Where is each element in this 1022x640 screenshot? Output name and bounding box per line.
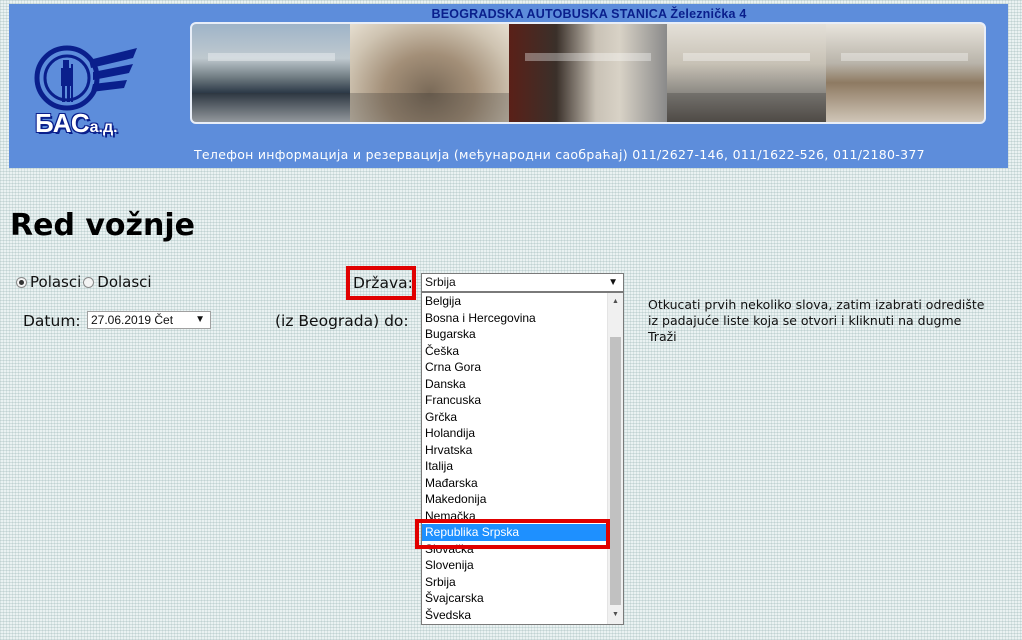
country-option[interactable]: Švedska [422,607,608,624]
station-photo-strip [190,22,986,124]
photo-bus-terminal [192,24,351,122]
country-option[interactable]: Bugarska [422,326,608,343]
country-dropdown-list[interactable]: Belgija Bosna i Hercegovina Bugarska Češka C… [421,292,624,625]
country-select-value: Srbija [425,275,456,289]
chevron-down-icon: ▼ [195,314,205,325]
country-option[interactable]: Srbija [422,574,608,591]
drzava-label: Država: [353,274,413,292]
country-option[interactable]: Mađarska [422,475,608,492]
dropdown-scrollbar[interactable]: ▲ ▼ [607,293,623,624]
scroll-up-icon[interactable]: ▲ [608,295,623,309]
photo-monument [350,24,509,122]
photo-hall [667,24,826,122]
chevron-down-icon: ▼ [608,277,618,288]
datum-label: Datum: [23,312,81,330]
country-select[interactable]: Srbija ▼ [421,273,624,292]
page-title: Red vožnje [10,208,195,243]
country-option[interactable]: Slovačka [422,541,608,558]
country-option[interactable]: Grčka [422,409,608,426]
photo-entrance [508,24,668,122]
site-header: BEOGRADSKA AUTOBUSKA STANICA Železnička … [9,4,1008,168]
phone-info: Телефон информација и резервација (међун… [194,147,925,162]
country-option[interactable]: Švajcarska [422,590,608,607]
country-option[interactable]: Hrvatska [422,442,608,459]
datum-value: 27.06.2019 Čet [91,313,174,327]
station-title: BEOGRADSKA AUTOBUSKA STANICA Železnička … [431,7,747,21]
country-option[interactable]: Francuska [422,392,608,409]
radio-label-dolasci: Dolasci [97,273,152,291]
country-option[interactable]: Italija [422,458,608,475]
country-option[interactable]: Holandija [422,425,608,442]
country-option[interactable]: Nemačka [422,508,608,525]
radio-button-polasci[interactable] [16,276,27,288]
country-option[interactable]: Danska [422,376,608,393]
country-option[interactable]: Republika Srpska [422,524,608,541]
help-text: Otkucati prvih nekoliko slova, zatim iza… [648,297,985,344]
country-option[interactable]: Belgija [422,293,608,310]
country-option[interactable]: Makedonija [422,491,608,508]
country-option[interactable]: Češka [422,343,608,360]
radio-button-dolasci[interactable] [83,276,95,288]
destination-label: (iz Beograda) do: [275,312,409,330]
photo-platform [825,24,984,122]
radio-polasci[interactable]: Polasci [16,273,81,291]
country-option[interactable]: Bosna i Hercegovina [422,310,608,327]
logo-text: БАСа.д. [35,108,118,138]
direction-radio-group: Polasci Dolasci [16,273,154,291]
radio-label-polasci: Polasci [30,273,82,291]
radio-dolasci[interactable]: Dolasci [83,273,152,291]
country-options: Belgija Bosna i Hercegovina Bugarska Češka C… [422,293,608,623]
country-option[interactable]: Slovenija [422,557,608,574]
scroll-down-icon[interactable]: ▼ [608,608,623,622]
datum-select[interactable]: 27.06.2019 Čet ▼ [87,311,211,329]
country-option[interactable]: Crna Gora [422,359,608,376]
scroll-thumb[interactable] [610,337,621,605]
